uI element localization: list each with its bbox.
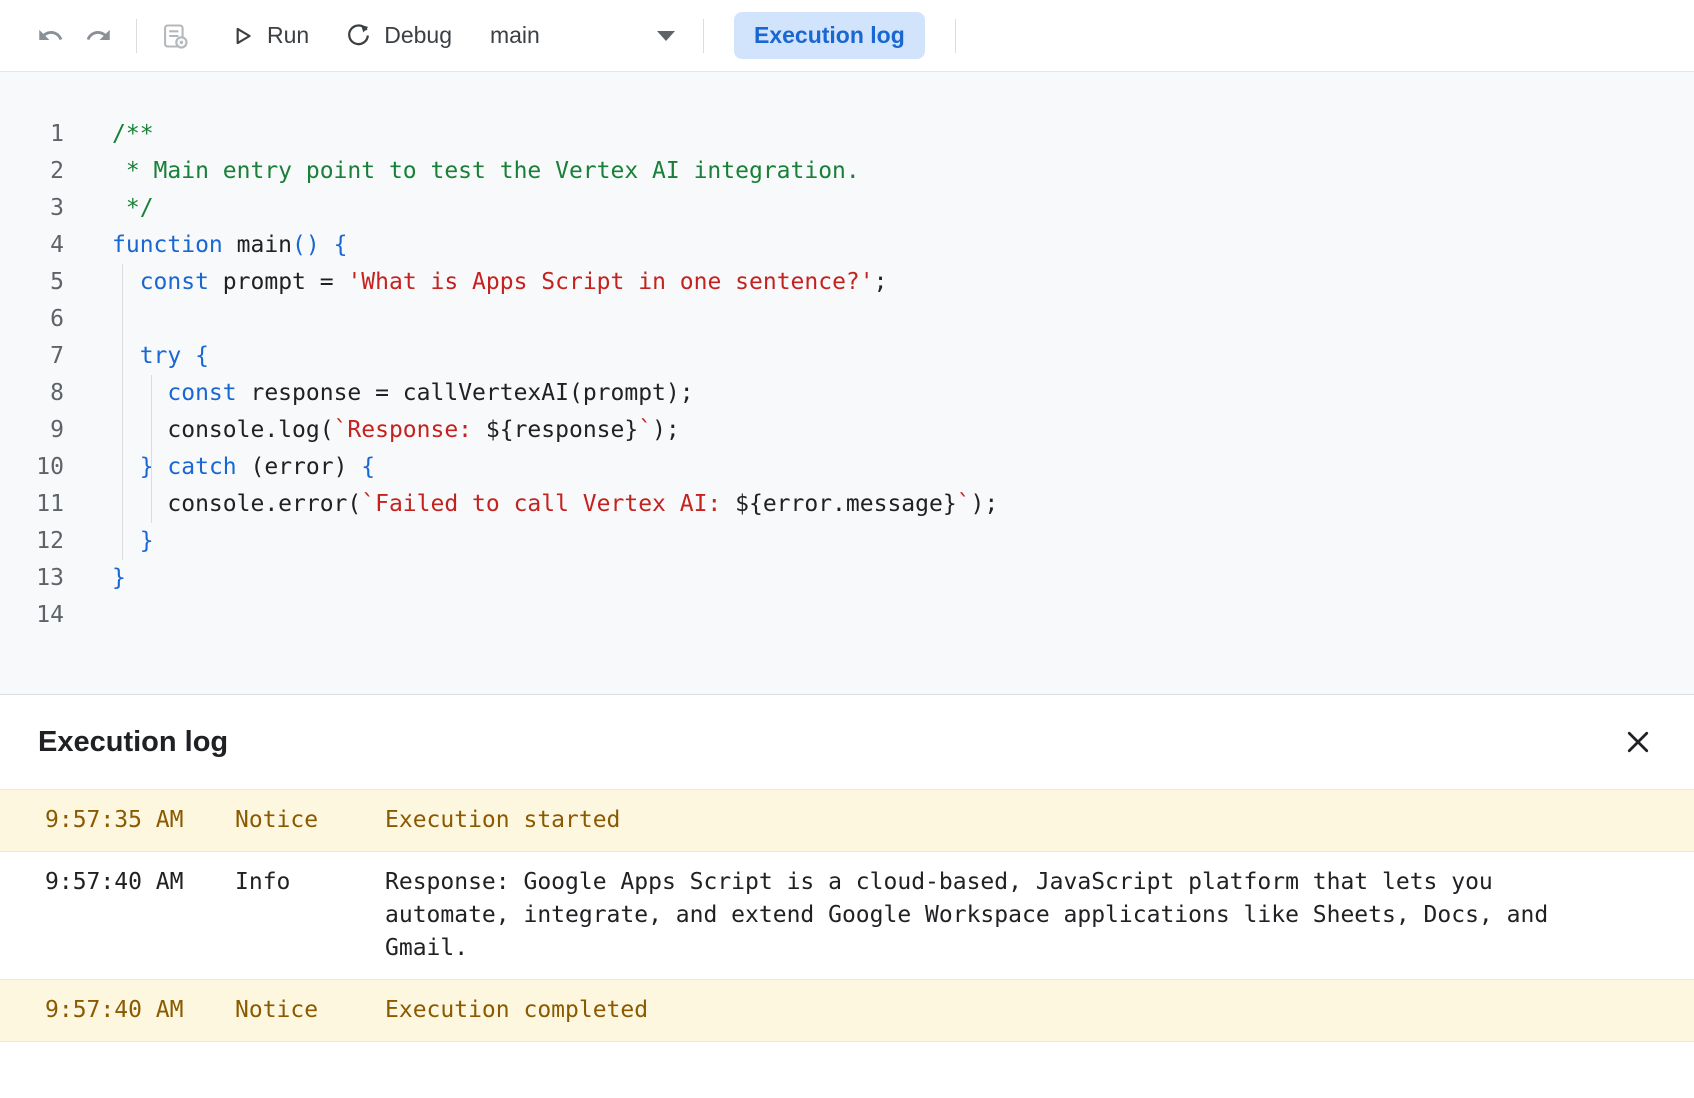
log-message: Response: Google Apps Script is a cloud-… (385, 866, 1564, 965)
log-row: 9:57:40 AMNoticeExecution completed (0, 979, 1694, 1042)
apps-script-editor: Run Debug main Execution log 1/**2 * Mai… (0, 0, 1694, 1098)
function-selector-value: main (490, 22, 540, 49)
line-number[interactable]: 3 (0, 190, 64, 227)
line-number[interactable]: 9 (0, 412, 64, 449)
execution-log-button[interactable]: Execution log (734, 12, 925, 59)
execution-log-header: Execution log (0, 695, 1694, 789)
code-line-text: */ (112, 190, 154, 227)
log-row: 9:57:35 AMNoticeExecution started (0, 789, 1694, 852)
close-icon (1623, 727, 1653, 757)
toolbar-divider (136, 19, 137, 53)
line-number[interactable]: 11 (0, 486, 64, 523)
indent-guide (151, 375, 152, 523)
log-message: Execution completed (385, 994, 1564, 1027)
undo-icon (37, 22, 64, 49)
code-line-text: * Main entry point to test the Vertex AI… (112, 153, 860, 190)
code-line[interactable]: 13} (0, 560, 1694, 597)
save-project-icon (161, 22, 189, 50)
code-line-text: } (112, 560, 126, 597)
code-line[interactable]: 12 } (0, 523, 1694, 560)
log-level: Notice (235, 994, 385, 1027)
code-line-text: const prompt = 'What is Apps Script in o… (112, 264, 888, 301)
line-number[interactable]: 13 (0, 560, 64, 597)
code-line-text: console.log(`Response: ${response}`); (112, 412, 680, 449)
line-number[interactable]: 12 (0, 523, 64, 560)
undo-button[interactable] (26, 12, 74, 60)
code-line[interactable]: 7 try { (0, 338, 1694, 375)
log-timestamp: 9:57:35 AM (45, 804, 235, 837)
toolbar-divider (955, 19, 956, 53)
log-message: Execution started (385, 804, 1564, 837)
code-line[interactable]: 8 const response = callVertexAI(prompt); (0, 375, 1694, 412)
line-number[interactable]: 5 (0, 264, 64, 301)
log-level: Notice (235, 804, 385, 837)
redo-icon (85, 22, 112, 49)
code-line[interactable]: 11 console.error(`Failed to call Vertex … (0, 486, 1694, 523)
debug-button-label: Debug (384, 22, 452, 49)
code-line[interactable]: 6 (0, 301, 1694, 338)
code-line[interactable]: 10 } catch (error) { (0, 449, 1694, 486)
dropdown-caret-icon (657, 31, 675, 41)
indent-guide (122, 264, 123, 560)
line-number[interactable]: 8 (0, 375, 64, 412)
log-timestamp: 9:57:40 AM (45, 866, 235, 899)
code-line[interactable]: 2 * Main entry point to test the Vertex … (0, 153, 1694, 190)
log-timestamp: 9:57:40 AM (45, 994, 235, 1027)
redo-button[interactable] (74, 12, 122, 60)
toolbar: Run Debug main Execution log (0, 0, 1694, 72)
log-level: Info (235, 866, 385, 899)
line-number[interactable]: 1 (0, 116, 64, 153)
code-lines: 1/**2 * Main entry point to test the Ver… (0, 116, 1694, 634)
code-line-text: /** (112, 116, 154, 153)
run-icon (229, 23, 255, 49)
code-line[interactable]: 5 const prompt = 'What is Apps Script in… (0, 264, 1694, 301)
line-number[interactable]: 14 (0, 597, 64, 634)
line-number[interactable]: 10 (0, 449, 64, 486)
code-line-text: console.error(`Failed to call Vertex AI:… (112, 486, 998, 523)
toolbar-divider (703, 19, 704, 53)
code-line-text: try { (112, 338, 209, 375)
log-row: 9:57:40 AMInfoResponse: Google Apps Scri… (0, 852, 1694, 979)
line-number[interactable]: 7 (0, 338, 64, 375)
code-line-text: function main() { (112, 227, 347, 264)
debug-icon (345, 22, 372, 49)
run-button-label: Run (267, 22, 309, 49)
code-line[interactable]: 4 function main() { (0, 227, 1694, 264)
log-rows: 9:57:35 AMNoticeExecution started9:57:40… (0, 789, 1694, 1042)
run-button[interactable]: Run (229, 22, 309, 49)
line-number[interactable]: 6 (0, 301, 64, 338)
code-line[interactable]: 1 /** (0, 116, 1694, 153)
code-line[interactable]: 14 (0, 597, 1694, 634)
code-line-text: } (112, 523, 154, 560)
execution-log-panel: Execution log 9:57:35 AMNoticeExecution … (0, 694, 1694, 1042)
line-number[interactable]: 2 (0, 153, 64, 190)
save-project-button[interactable] (151, 12, 199, 60)
code-editor[interactable]: 1/**2 * Main entry point to test the Ver… (0, 72, 1694, 694)
close-button[interactable] (1616, 720, 1660, 764)
debug-button[interactable]: Debug (345, 22, 452, 49)
code-line[interactable]: 3 */ (0, 190, 1694, 227)
execution-log-title: Execution log (38, 726, 228, 759)
code-line-text: const response = callVertexAI(prompt); (112, 375, 694, 412)
function-selector[interactable]: main (490, 22, 675, 49)
line-number[interactable]: 4 (0, 227, 64, 264)
code-line[interactable]: 9 console.log(`Response: ${response}`); (0, 412, 1694, 449)
